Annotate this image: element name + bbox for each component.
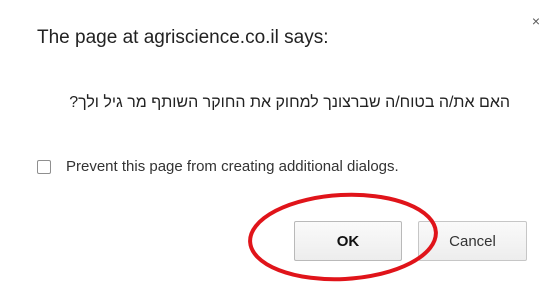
prevent-dialogs-label[interactable]: Prevent this page from creating addition… [66,157,399,177]
cancel-button[interactable]: Cancel [418,221,527,261]
ok-button[interactable]: OK [294,221,402,261]
dialog-message: האם את/ה בטוח/ה שברצונך למחוק את החוקר ה… [69,94,510,111]
prevent-dialogs-row[interactable]: Prevent this page from creating addition… [37,157,399,177]
alert-dialog: × The page at agriscience.co.il says: הא… [0,0,547,285]
prevent-dialogs-checkbox[interactable] [37,160,51,174]
close-icon[interactable]: × [529,14,543,28]
dialog-title: The page at agriscience.co.il says: [37,27,329,48]
